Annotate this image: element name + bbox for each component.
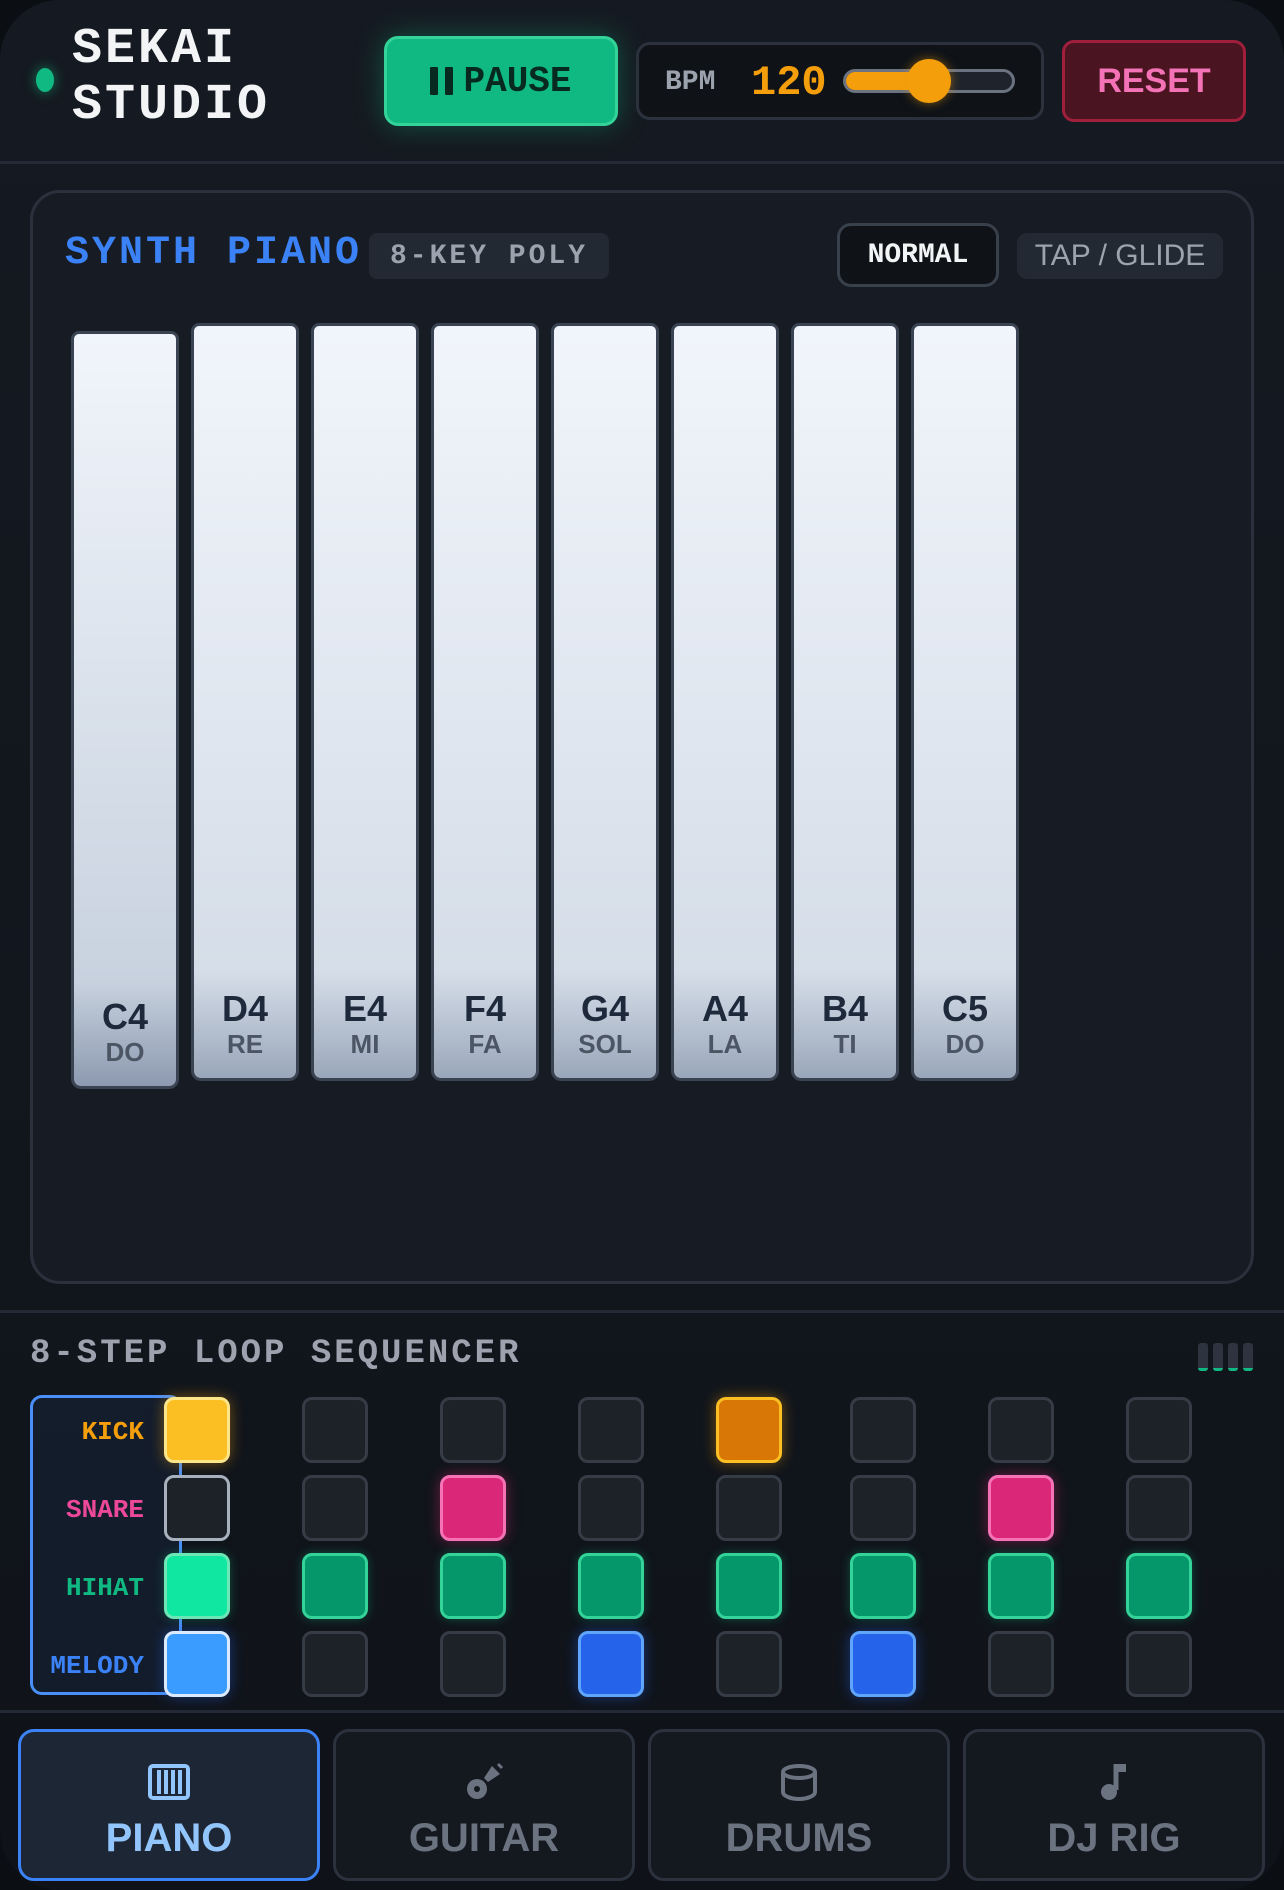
key-solfege-label: SOL (578, 1029, 632, 1059)
piano-key-c5[interactable]: C5 DO (911, 323, 1019, 1081)
nav-tab-drums[interactable]: DRUMS (648, 1729, 950, 1881)
level-meter-icon (1198, 1343, 1253, 1371)
status-indicator (36, 68, 54, 92)
app-title-line1: SEKAI (72, 21, 238, 78)
bpm-slider-thumb[interactable] (907, 59, 951, 103)
key-note-label: A4 (701, 988, 749, 1029)
reset-label: RESET (1097, 61, 1211, 100)
step-hihat-8[interactable] (1126, 1553, 1192, 1619)
key-note-label: B4 (821, 988, 869, 1029)
step-snare-8[interactable] (1126, 1475, 1192, 1541)
nav-tab-label: PIANO (105, 1816, 233, 1860)
step-hihat-3[interactable] (440, 1553, 506, 1619)
bpm-slider[interactable] (843, 59, 1015, 103)
piano-key-f4[interactable]: F4 FA (431, 323, 539, 1081)
app-title-line2: STUDIO (72, 77, 271, 134)
step-melody-2[interactable] (302, 1631, 368, 1697)
track-label-hihat: HIHAT (65, 1573, 144, 1603)
music-note-icon (1092, 1760, 1136, 1804)
reset-button[interactable]: RESET (1062, 40, 1246, 122)
key-note-label: F4 (463, 988, 506, 1029)
step-hihat-2[interactable] (302, 1553, 368, 1619)
track-label-kick: KICK (81, 1417, 144, 1447)
step-melody-6[interactable] (850, 1631, 916, 1697)
step-kick-6[interactable] (850, 1397, 916, 1463)
step-kick-7[interactable] (988, 1397, 1054, 1463)
step-melody-5[interactable] (716, 1631, 782, 1697)
piano-icon (147, 1760, 191, 1804)
step-kick-4[interactable] (578, 1397, 644, 1463)
key-note-label: G4 (580, 988, 630, 1029)
step-kick-8[interactable] (1126, 1397, 1192, 1463)
track-label-melody: MELODY (50, 1651, 144, 1681)
mode-glide-button[interactable]: TAP / GLIDE (1017, 233, 1223, 279)
step-hihat-1[interactable] (164, 1553, 230, 1619)
sequencer-section: 8-STEP LOOP SEQUENCER KICK SNARE HIHAT MELO… (0, 1310, 1284, 1710)
track-label-snare: SNARE (65, 1495, 144, 1525)
piano-panel: SYNTH PIANO 8-KEY POLY NORMAL TAP / GLID… (30, 190, 1254, 1284)
nav-tab-dj-rig[interactable]: DJ RIG (963, 1729, 1265, 1881)
step-hihat-5[interactable] (716, 1553, 782, 1619)
piano-key-g4[interactable]: G4 SOL (551, 323, 659, 1081)
key-solfege-label: TI (833, 1029, 857, 1059)
step-kick-1[interactable] (164, 1397, 230, 1463)
step-snare-1[interactable] (164, 1475, 230, 1541)
pause-label: PAUSE (463, 60, 572, 102)
bpm-value: 120 (751, 59, 827, 107)
key-solfege-label: LA (707, 1029, 743, 1059)
step-hihat-6[interactable] (850, 1553, 916, 1619)
step-snare-7[interactable] (988, 1475, 1054, 1541)
step-melody-7[interactable] (988, 1631, 1054, 1697)
pause-button[interactable]: PAUSE (384, 36, 618, 126)
step-kick-3[interactable] (440, 1397, 506, 1463)
step-melody-1[interactable] (164, 1631, 230, 1697)
key-note-label: C5 (941, 988, 989, 1029)
step-hihat-4[interactable] (578, 1553, 644, 1619)
poly-badge: 8-KEY POLY (369, 233, 609, 279)
step-snare-2[interactable] (302, 1475, 368, 1541)
step-snare-5[interactable] (716, 1475, 782, 1541)
step-kick-5[interactable] (716, 1397, 782, 1463)
instrument-title: SYNTH PIANO (65, 231, 363, 276)
step-hihat-7[interactable] (988, 1553, 1054, 1619)
step-snare-6[interactable] (850, 1475, 916, 1541)
sequencer-title: 8-STEP LOOP SEQUENCER (30, 1335, 522, 1373)
key-note-label: D4 (221, 988, 269, 1029)
step-snare-4[interactable] (578, 1475, 644, 1541)
mode-normal-button[interactable]: NORMAL (837, 223, 999, 287)
guitar-icon (462, 1760, 506, 1804)
piano-key-d4[interactable]: D4 RE (191, 323, 299, 1081)
step-snare-3[interactable] (440, 1475, 506, 1541)
bpm-label: BPM (665, 67, 716, 98)
key-note-label: C4 (101, 996, 149, 1037)
nav-tab-label: DRUMS (725, 1816, 873, 1860)
piano-key-a4[interactable]: A4 LA (671, 323, 779, 1081)
nav-tab-label: DJ RIG (1047, 1816, 1181, 1860)
nav-tab-label: GUITAR (408, 1816, 560, 1860)
drum-icon (777, 1760, 821, 1804)
key-solfege-label: FA (468, 1029, 502, 1059)
app-title: SEKAI STUDIO (72, 22, 270, 134)
key-solfege-label: MI (350, 1029, 380, 1059)
nav-tab-piano[interactable]: PIANO (18, 1729, 320, 1881)
step-melody-4[interactable] (578, 1631, 644, 1697)
key-solfege-label: DO (105, 1037, 145, 1067)
instrument-nav: PIANO GUITAR DRUMS DJ RIG (0, 1710, 1284, 1890)
pause-icon (430, 67, 454, 95)
key-solfege-label: DO (945, 1029, 985, 1059)
step-melody-3[interactable] (440, 1631, 506, 1697)
nav-tab-guitar[interactable]: GUITAR (333, 1729, 635, 1881)
bpm-control: BPM 120 (636, 42, 1044, 120)
header-bar: SEKAI STUDIO PAUSE BPM 120 RESET (0, 0, 1284, 164)
piano-key-b4[interactable]: B4 TI (791, 323, 899, 1081)
step-melody-8[interactable] (1126, 1631, 1192, 1697)
key-note-label: E4 (342, 988, 388, 1029)
piano-key-e4[interactable]: E4 MI (311, 323, 419, 1081)
key-solfege-label: RE (226, 1029, 264, 1059)
step-kick-2[interactable] (302, 1397, 368, 1463)
app-window: SEKAI STUDIO PAUSE BPM 120 RESET SYNTH P… (0, 0, 1284, 1890)
piano-key-c4[interactable]: C4 DO (71, 331, 179, 1089)
